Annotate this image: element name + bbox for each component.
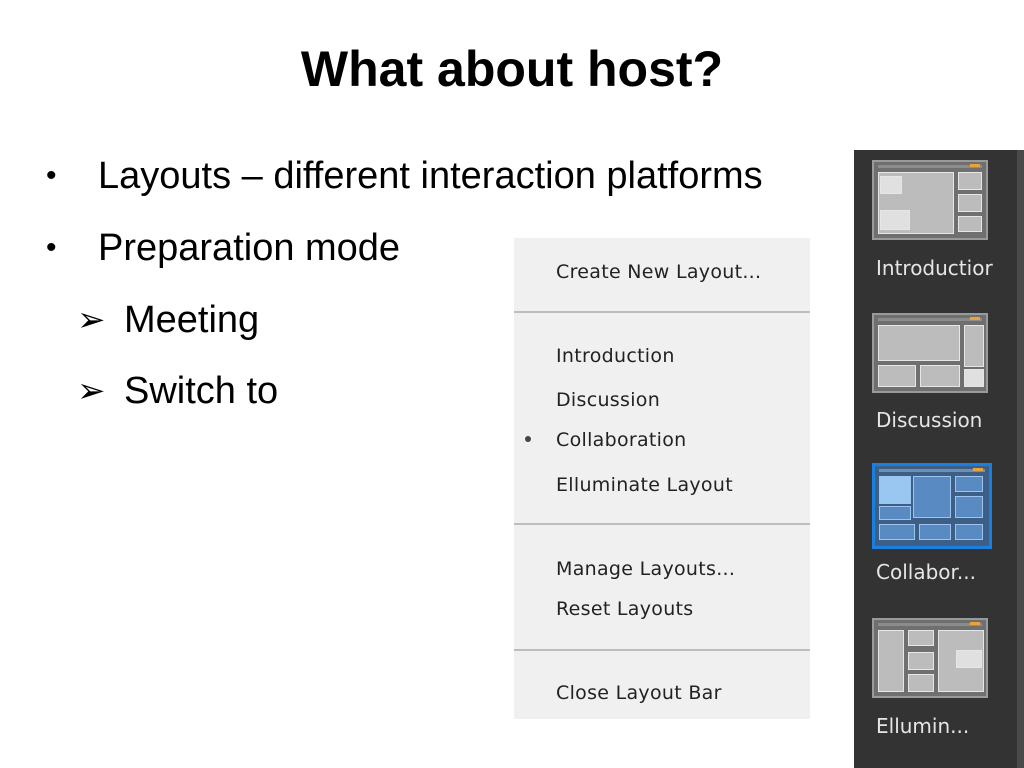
arrow-bullet-icon: ➢ [77, 372, 106, 410]
menu-item-discussion[interactable]: Discussion [556, 387, 660, 413]
sub-bullet-text: Meeting [124, 299, 260, 341]
menu-item-close-layout-bar[interactable]: Close Layout Bar [556, 680, 722, 706]
menu-separator [514, 523, 810, 525]
selected-radio-icon [525, 436, 531, 442]
sub-bullet-text: Switch to [124, 370, 279, 412]
layout-thumbnail-collaboration[interactable] [872, 463, 992, 549]
bullet-glyph: • [46, 159, 57, 192]
bullet-text: Layouts – different interaction platform… [98, 155, 763, 197]
layout-thumbnail-introduction[interactable] [872, 160, 988, 240]
menu-separator [514, 311, 810, 313]
layout-bar-edge [1017, 150, 1024, 768]
menu-item-create-new-layout[interactable]: Create New Layout... [556, 259, 761, 285]
layout-thumbnail-elluminate[interactable] [872, 618, 988, 698]
layout-thumbnail-label[interactable]: Introductior [876, 256, 1016, 280]
layout-bar: Introductior Discussion Collabor... Ellu… [854, 150, 1024, 768]
menu-item-elluminate-layout[interactable]: Elluminate Layout [556, 472, 733, 498]
menu-item-manage-layouts[interactable]: Manage Layouts... [556, 556, 735, 582]
menu-item-introduction[interactable]: Introduction [556, 343, 675, 369]
menu-separator [514, 649, 810, 651]
arrow-bullet-icon: ➢ [77, 301, 106, 339]
layout-thumbnail-discussion[interactable] [872, 313, 988, 393]
layout-context-menu: Create New Layout... Introduction Discus… [514, 238, 810, 719]
menu-item-reset-layouts[interactable]: Reset Layouts [556, 596, 694, 622]
layout-thumbnail-label[interactable]: Discussion [876, 408, 1016, 432]
bullet-text: Preparation mode [98, 227, 401, 269]
bullet-glyph: • [46, 231, 57, 264]
layout-thumbnail-label[interactable]: Ellumin... [876, 714, 1016, 738]
slide-title: What about host? [300, 41, 724, 97]
menu-item-collaboration[interactable]: Collaboration [556, 427, 687, 453]
layout-thumbnail-label[interactable]: Collabor... [876, 560, 1016, 584]
